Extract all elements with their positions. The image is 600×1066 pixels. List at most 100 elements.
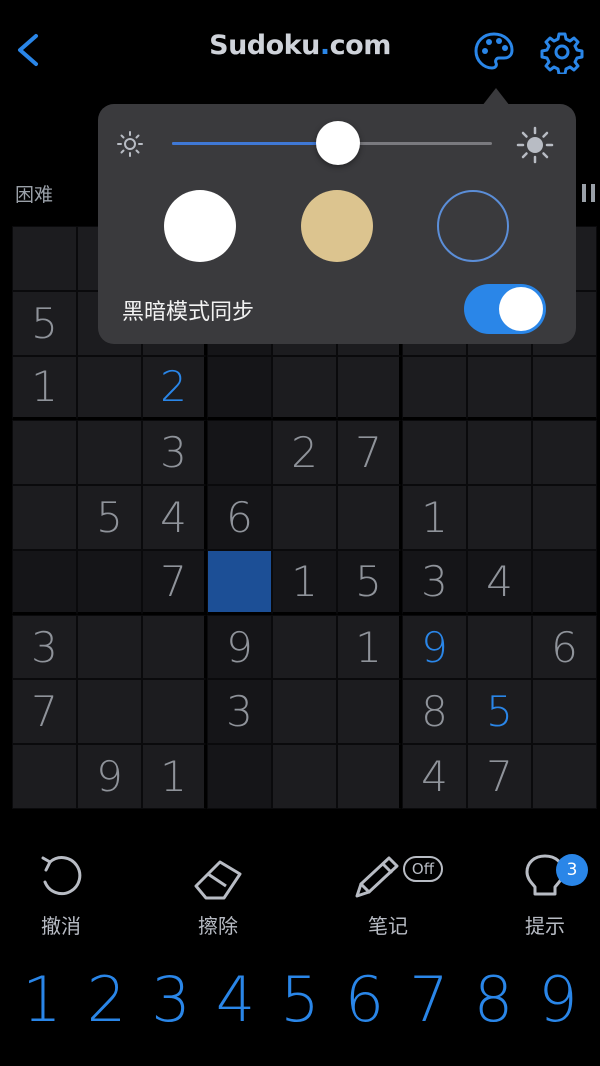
notes-off-badge: Off: [403, 856, 443, 882]
grid-cell[interactable]: [207, 744, 272, 809]
grid-cell[interactable]: 3: [402, 549, 467, 615]
grid-cell[interactable]: [337, 355, 402, 421]
grid-cell[interactable]: [12, 420, 77, 486]
grid-cell[interactable]: 6: [207, 485, 272, 550]
number-key-2[interactable]: 2: [75, 960, 139, 1040]
pencil-icon: [355, 856, 399, 898]
number-key-5[interactable]: 5: [268, 960, 332, 1040]
grid-cell[interactable]: [77, 420, 142, 486]
grid-cell[interactable]: [207, 420, 272, 486]
grid-cell[interactable]: 7: [142, 549, 207, 615]
hint-label: 提示: [525, 914, 565, 938]
grid-cell[interactable]: 1: [142, 744, 207, 809]
grid-cell[interactable]: 1: [337, 614, 402, 680]
number-key-7[interactable]: 7: [397, 960, 461, 1040]
grid-cell[interactable]: [12, 226, 77, 291]
grid-cell[interactable]: [467, 355, 532, 421]
grid-cell[interactable]: [77, 679, 142, 745]
grid-cell[interactable]: 9: [77, 744, 142, 809]
grid-cell[interactable]: [207, 355, 272, 421]
hint-button[interactable]: 3 提示: [490, 852, 600, 942]
brightness-slider[interactable]: [172, 121, 492, 165]
brightness-high-icon: [516, 126, 554, 164]
dark-mode-sync-toggle[interactable]: [464, 284, 546, 334]
grid-cell[interactable]: 1: [12, 355, 77, 421]
grid-cell[interactable]: 5: [467, 679, 532, 745]
grid-cell[interactable]: 1: [272, 549, 337, 615]
grid-cell[interactable]: 4: [402, 744, 467, 809]
grid-cell[interactable]: 3: [142, 420, 207, 486]
grid-cell[interactable]: [272, 355, 337, 421]
grid-cell[interactable]: [532, 485, 597, 550]
grid-cell[interactable]: 2: [142, 355, 207, 421]
header: Sudoku.com: [0, 0, 600, 100]
grid-cell[interactable]: 6: [532, 614, 597, 680]
number-key-4[interactable]: 4: [204, 960, 268, 1040]
grid-cell[interactable]: [77, 549, 142, 615]
grid-cell[interactable]: [12, 549, 77, 615]
grid-cell[interactable]: 5: [77, 485, 142, 550]
grid-cell[interactable]: 8: [402, 679, 467, 745]
grid-cell[interactable]: 4: [467, 549, 532, 615]
grid-cell[interactable]: [402, 420, 467, 486]
grid-cell[interactable]: [337, 485, 402, 550]
grid-cell[interactable]: [272, 614, 337, 680]
theme-palette-button[interactable]: [472, 30, 516, 74]
grid-cell[interactable]: [532, 679, 597, 745]
settings-button[interactable]: [540, 30, 584, 76]
erase-button[interactable]: 擦除: [163, 852, 273, 942]
erase-label: 擦除: [198, 914, 238, 938]
undo-icon: [41, 856, 82, 896]
notes-button[interactable]: Off 笔记: [333, 852, 443, 942]
notes-label: 笔记: [368, 914, 408, 938]
grid-cell[interactable]: 9: [402, 614, 467, 680]
slider-thumb[interactable]: [316, 121, 361, 165]
grid-cell[interactable]: [337, 744, 402, 809]
theme-gold-swatch[interactable]: [301, 190, 373, 262]
number-key-9[interactable]: 9: [526, 960, 590, 1040]
grid-cell[interactable]: [207, 549, 272, 615]
pause-icon[interactable]: [582, 184, 600, 204]
grid-cell[interactable]: [142, 679, 207, 745]
number-key-8[interactable]: 8: [462, 960, 526, 1040]
grid-cell[interactable]: 7: [337, 420, 402, 486]
grid-cell[interactable]: 4: [142, 485, 207, 550]
grid-cell[interactable]: 9: [207, 614, 272, 680]
grid-cell[interactable]: [467, 485, 532, 550]
gear-icon: [540, 32, 584, 76]
grid-cell[interactable]: [272, 485, 337, 550]
grid-cell[interactable]: 3: [12, 614, 77, 680]
grid-cell[interactable]: [402, 355, 467, 421]
grid-cell[interactable]: 3: [207, 679, 272, 745]
grid-cell[interactable]: [467, 420, 532, 486]
grid-cell[interactable]: 5: [337, 549, 402, 615]
number-key-1[interactable]: 1: [10, 960, 74, 1040]
grid-cell[interactable]: [467, 614, 532, 680]
grid-cell[interactable]: 7: [467, 744, 532, 809]
grid-cell[interactable]: [272, 679, 337, 745]
theme-dark-swatch[interactable]: [437, 190, 509, 262]
grid-cell[interactable]: [142, 614, 207, 680]
grid-cell[interactable]: 2: [272, 420, 337, 486]
grid-cell[interactable]: 1: [402, 485, 467, 550]
grid-cell[interactable]: [272, 744, 337, 809]
grid-cell[interactable]: 5: [12, 290, 77, 356]
undo-button[interactable]: 撤消: [6, 852, 116, 942]
undo-label: 撤消: [41, 914, 81, 938]
theme-white-swatch[interactable]: [164, 190, 236, 262]
grid-cell[interactable]: [532, 355, 597, 421]
palette-icon: [474, 32, 514, 70]
grid-cell[interactable]: [532, 744, 597, 809]
brightness-low-icon: [117, 131, 143, 157]
grid-cell[interactable]: 7: [12, 679, 77, 745]
number-key-6[interactable]: 6: [333, 960, 397, 1040]
theme-popup: 黑暗模式同步: [98, 104, 576, 344]
grid-cell[interactable]: [532, 420, 597, 486]
number-key-3[interactable]: 3: [139, 960, 203, 1040]
grid-cell[interactable]: [12, 744, 77, 809]
grid-cell[interactable]: [77, 355, 142, 421]
grid-cell[interactable]: [532, 549, 597, 615]
grid-cell[interactable]: [337, 679, 402, 745]
grid-cell[interactable]: [77, 614, 142, 680]
grid-cell[interactable]: [12, 485, 77, 550]
